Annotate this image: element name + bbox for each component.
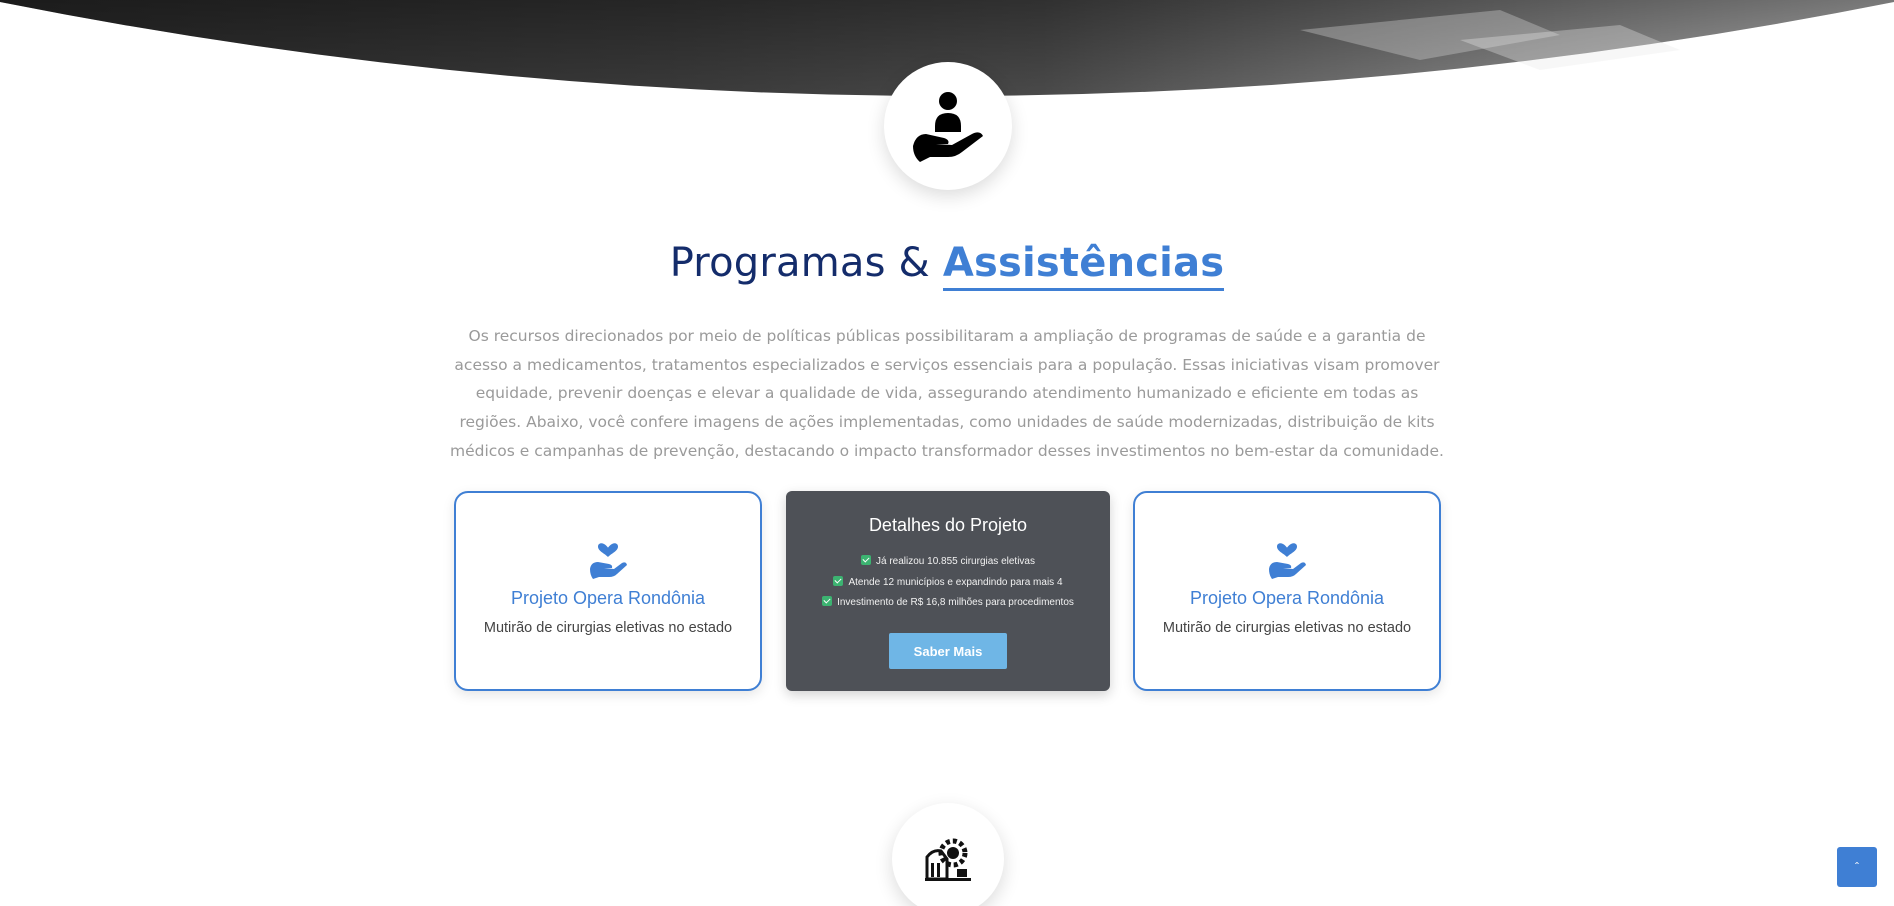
- section-intro: Os recursos direcionados por meio de pol…: [450, 327, 1444, 460]
- program-card[interactable]: Projeto Opera Rondônia Mutirão de cirurg…: [454, 491, 762, 691]
- section-badge: [884, 62, 1012, 190]
- page: Programas & Assistências Os recursos dir…: [0, 0, 1894, 906]
- card-subtitle: Mutirão de cirurgias eletivas no estado: [483, 620, 733, 636]
- check-icon: [833, 575, 844, 586]
- hand-holding-heart-icon: [590, 543, 627, 579]
- gear-building-icon: [925, 838, 971, 881]
- details-item: Atende 12 municípios e expandindo para m…: [786, 573, 1110, 594]
- section-title-main: Programas &: [669, 240, 930, 286]
- card-title: Projeto Opera Rondônia: [510, 588, 706, 608]
- section-title: Programas & Assistências: [0, 240, 1894, 291]
- project-details-card: Detalhes do Projeto Já realizou 10.855 c…: [786, 491, 1110, 691]
- back-to-top-button[interactable]: ˆ: [1837, 847, 1877, 887]
- hand-holding-heart-icon: [1269, 543, 1306, 579]
- details-item: Já realizou 10.855 cirurgias eletivas: [786, 552, 1110, 573]
- check-icon: [822, 596, 833, 606]
- next-section-badge: [892, 803, 1004, 906]
- details-item: Investimento de R$ 16,8 milhões para pro…: [786, 593, 1110, 614]
- check-icon: [861, 555, 871, 565]
- person-in-hand-icon: [913, 92, 983, 162]
- chevron-up-icon: ˆ: [1855, 860, 1859, 874]
- card-subtitle: Mutirão de cirurgias eletivas no estado: [1162, 620, 1412, 636]
- card-title: Projeto Opera Rondônia: [1189, 588, 1385, 608]
- section-title-accent: Assistências: [942, 240, 1225, 291]
- details-title: Detalhes do Projeto: [868, 515, 1028, 535]
- program-card[interactable]: Projeto Opera Rondônia Mutirão de cirurg…: [1133, 491, 1441, 691]
- details-list: Já realizou 10.855 cirurgias eletivas At…: [786, 552, 1110, 614]
- saber-mais-button[interactable]: Saber Mais: [889, 633, 1007, 669]
